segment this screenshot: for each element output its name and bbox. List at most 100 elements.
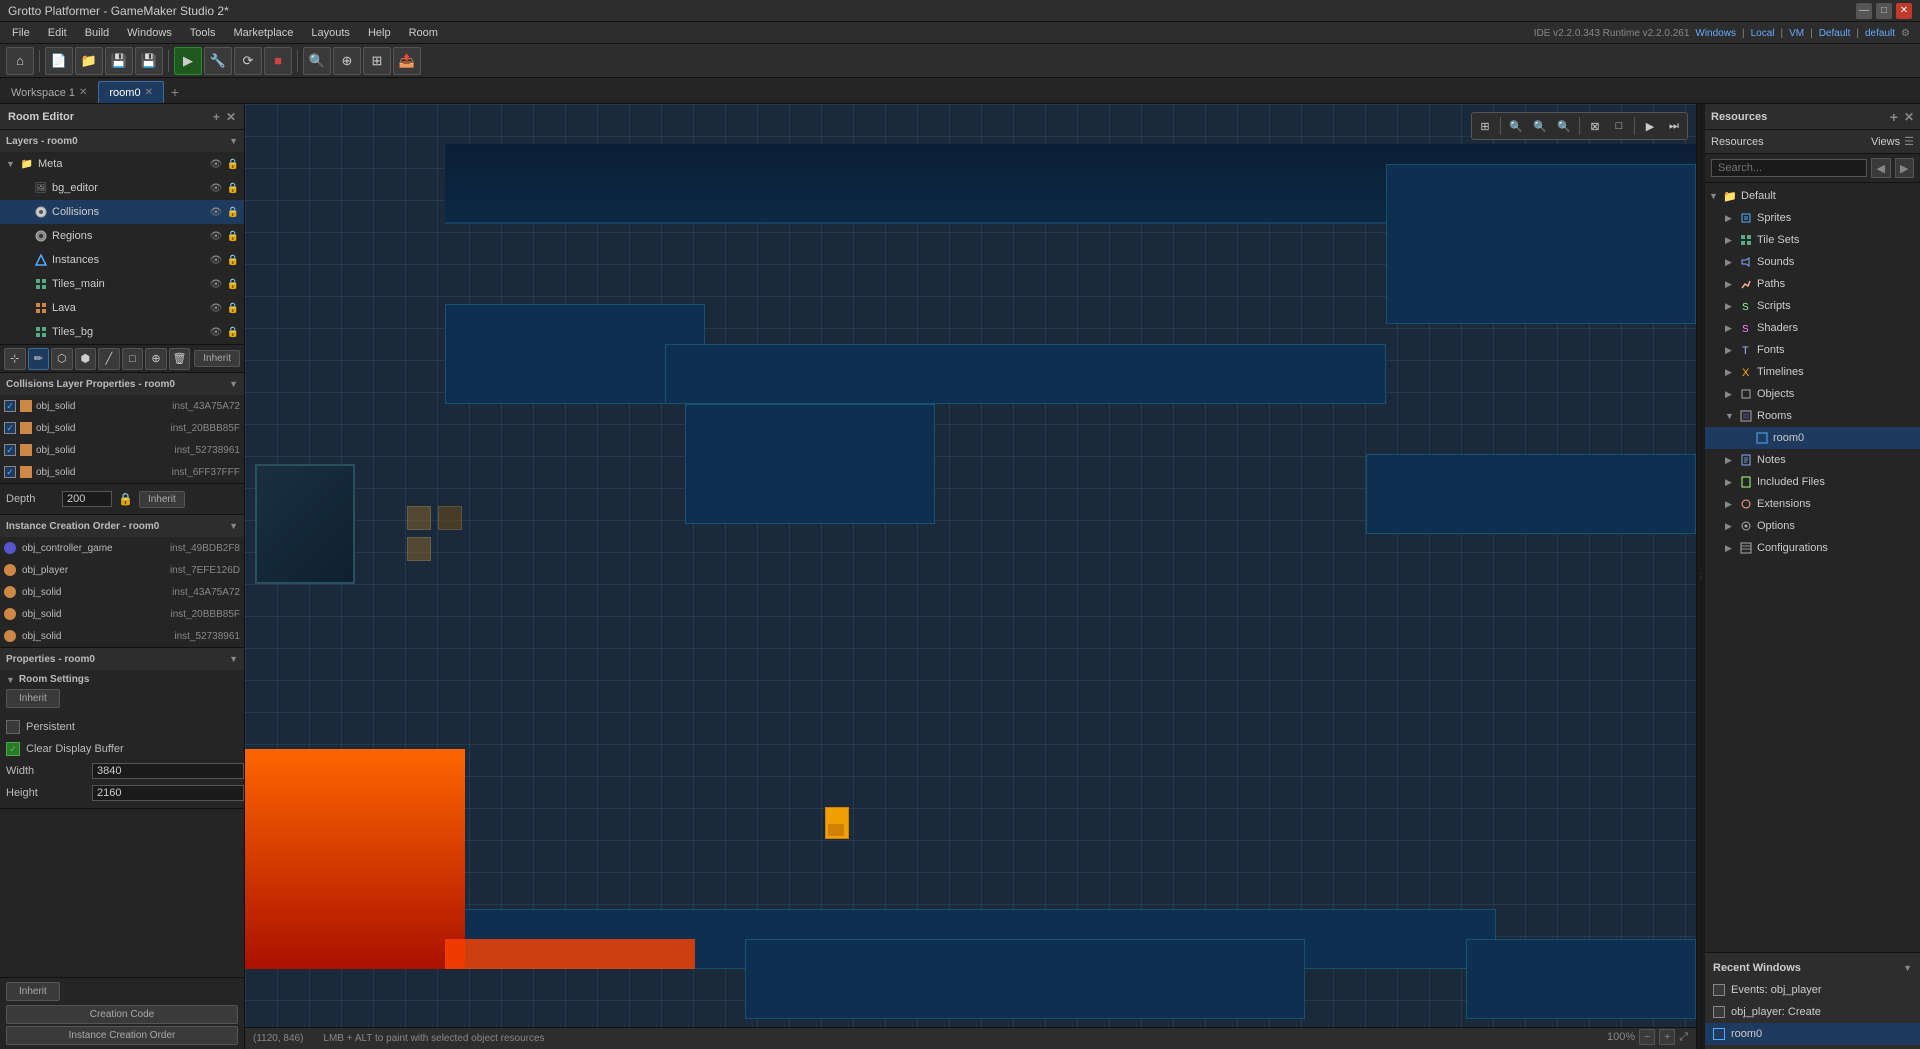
tab-workspace[interactable]: Workspace 1 ✕ [0,81,98,103]
creation-code-button[interactable]: Creation Code [6,1005,238,1024]
local-link[interactable]: Local [1751,28,1775,39]
collisions-collapse[interactable]: ▼ [229,379,238,389]
res-item-extensions[interactable]: ▶ Extensions [1705,493,1920,515]
open-button[interactable]: 📁 [75,47,103,75]
res-item-sprites[interactable]: ▶ Sprites [1705,207,1920,229]
res-item-rooms[interactable]: ▼ Rooms [1705,405,1920,427]
collisions-header[interactable]: Collisions Layer Properties - room0 ▼ [0,373,244,395]
tool-line[interactable]: ╱ [98,348,120,370]
menu-tools[interactable]: Tools [182,25,224,41]
collision-check-3[interactable] [4,444,16,456]
resources-close-btn[interactable]: ✕ [1904,110,1914,124]
layer-bg-eye[interactable]: 👁 [209,181,223,195]
windows-link[interactable]: Windows [1695,28,1736,39]
canvas-grid-btn[interactable]: ⊞ [1474,115,1496,137]
zoom-minus[interactable]: − [1639,1029,1655,1045]
res-item-options[interactable]: ▶ Options [1705,515,1920,537]
layer-regions[interactable]: Regions 👁 🔒 [0,224,244,248]
minimize-button[interactable]: — [1856,3,1872,19]
layer-lava-lock[interactable]: 🔒 [226,301,240,315]
tab-room[interactable]: room0 ✕ [98,81,164,103]
layer-tiles-bg[interactable]: Tiles_bg 👁 🔒 [0,320,244,344]
clean-button[interactable]: ⟳ [234,47,262,75]
close-button[interactable]: ✕ [1896,3,1912,19]
inst-creation-header[interactable]: Instance Creation Order - room0 ▼ [0,515,244,537]
layer-coll-eye[interactable]: 👁 [209,205,223,219]
recent-windows-collapse[interactable]: ▼ [1903,963,1912,973]
res-item-sounds[interactable]: ▶ Sounds [1705,251,1920,273]
panel-resize-handle[interactable]: ⋮ [1697,104,1705,1049]
tool-erase[interactable]: ⬡ [51,348,73,370]
layer-instances[interactable]: Instances 👁 🔒 [0,248,244,272]
tab-room-close[interactable]: ✕ [145,87,153,98]
tool-fill[interactable]: ⬢ [75,348,97,370]
menu-marketplace[interactable]: Marketplace [225,25,301,41]
default2-link[interactable]: default [1865,28,1895,39]
layer-tiles-bg-lock[interactable]: 🔒 [226,325,240,339]
search-input[interactable] [1711,159,1867,177]
save-button[interactable]: 💾 [105,47,133,75]
res-item-scripts[interactable]: ▶ S Scripts [1705,295,1920,317]
canvas-view[interactable]: □ [1608,115,1630,137]
res-item-fonts[interactable]: ▶ T Fonts [1705,339,1920,361]
room-editor-close[interactable]: ✕ [226,110,236,124]
res-item-timelines[interactable]: ▶ X Timelines [1705,361,1920,383]
canvas-forward[interactable]: ⏭ [1663,115,1685,137]
instance-creation-order-button[interactable]: Instance Creation Order [6,1026,238,1045]
tab-add-button[interactable]: + [164,81,186,103]
layer-coll-lock[interactable]: 🔒 [226,205,240,219]
layer-tiles-bg-eye[interactable]: 👁 [209,325,223,339]
save-all-button[interactable]: 💾 [135,47,163,75]
layout-button[interactable]: ⊞ [363,47,391,75]
depth-inherit-btn[interactable]: Inherit [139,491,185,508]
search-button[interactable]: 🔍 [303,47,331,75]
res-item-objects[interactable]: ▶ Objects [1705,383,1920,405]
recent-item-create[interactable]: obj_player: Create [1705,1001,1920,1023]
menu-layouts[interactable]: Layouts [303,25,358,41]
recent-item-room0[interactable]: room0 [1705,1023,1920,1045]
properties-header[interactable]: Properties - room0 ▼ [0,648,244,670]
collision-check-4[interactable] [4,466,16,478]
tab-workspace-close[interactable]: ✕ [79,87,87,98]
height-input[interactable] [92,785,244,801]
layer-lava-eye[interactable]: 👁 [209,301,223,315]
recent-item-events[interactable]: Events: obj_player [1705,979,1920,1001]
res-item-configurations[interactable]: ▶ Configurations [1705,537,1920,559]
res-item-included-files[interactable]: ▶ Included Files [1705,471,1920,493]
collision-check-2[interactable] [4,422,16,434]
width-input[interactable] [92,763,244,779]
layer-tiles-main-eye[interactable]: 👁 [209,277,223,291]
persistent-checkbox[interactable] [6,720,20,734]
export-button[interactable]: 📤 [393,47,421,75]
home-button[interactable]: ⌂ [6,47,34,75]
menu-build[interactable]: Build [77,25,117,41]
layer-bg-lock[interactable]: 🔒 [226,181,240,195]
stop-button[interactable]: ■ [264,47,292,75]
inst-creation-collapse[interactable]: ▼ [229,521,238,531]
debug-button[interactable]: 🔧 [204,47,232,75]
layer-regions-lock[interactable]: 🔒 [226,229,240,243]
run-button[interactable]: ▶ [174,47,202,75]
res-item-default[interactable]: ▼ 📁 Default [1705,185,1920,207]
menu-edit[interactable]: Edit [40,25,75,41]
tab-resources[interactable]: Resources [1711,136,1764,148]
menu-windows[interactable]: Windows [119,25,180,41]
room-editor-add[interactable]: + [213,110,220,124]
clear-display-checkbox[interactable]: ✓ [6,742,20,756]
collision-check-1[interactable] [4,400,16,412]
settings-icon[interactable]: ⚙ [1901,28,1910,39]
res-item-shaders[interactable]: ▶ S Shaders [1705,317,1920,339]
res-item-notes[interactable]: ▶ Notes [1705,449,1920,471]
target-button[interactable]: ⊕ [333,47,361,75]
layer-collisions[interactable]: Collisions 👁 🔒 [0,200,244,224]
res-item-paths[interactable]: ▶ Paths [1705,273,1920,295]
new-button[interactable]: 📄 [45,47,73,75]
layer-meta-lock[interactable]: 🔒 [226,157,240,171]
menu-room[interactable]: Room [401,25,446,41]
layers-header[interactable]: Layers - room0 ▼ [0,130,244,152]
res-item-tilesets[interactable]: ▶ Tile Sets [1705,229,1920,251]
tool-paint[interactable]: ✏ [28,348,50,370]
layer-instances-eye[interactable]: 👁 [209,253,223,267]
recent-windows-header[interactable]: Recent Windows ▼ [1705,957,1920,979]
menu-help[interactable]: Help [360,25,399,41]
